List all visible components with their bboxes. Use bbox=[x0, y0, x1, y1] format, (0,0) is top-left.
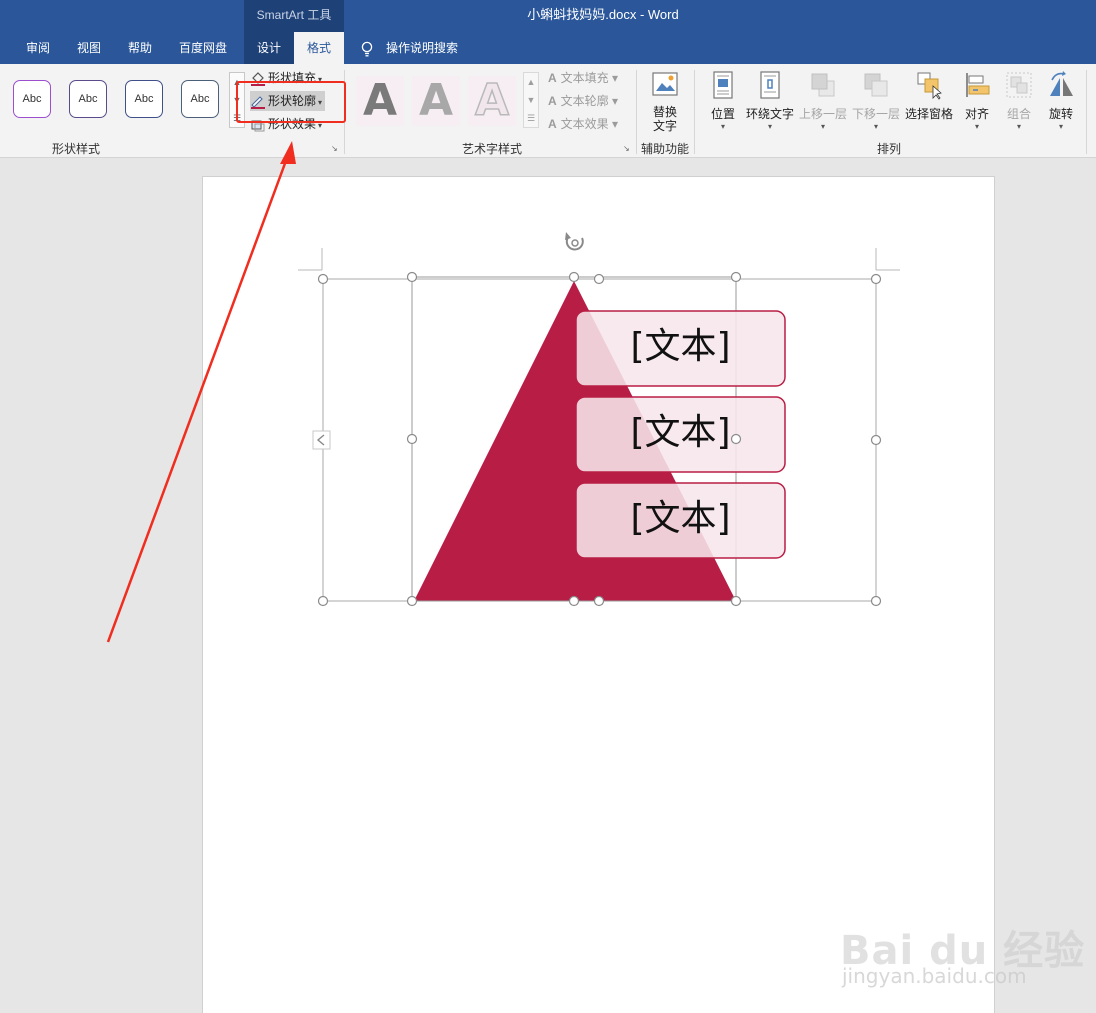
chevron-down-icon: ▾ bbox=[608, 94, 619, 108]
text-fill-button[interactable]: A 文本填充 ▾ bbox=[548, 68, 618, 88]
chevron-down-icon: ▾ bbox=[1058, 122, 1063, 131]
text-fill-label: 文本填充 bbox=[560, 71, 609, 85]
dialog-launcher-icon[interactable]: ↘ bbox=[331, 144, 340, 153]
text-outline-label: 文本轮廓 bbox=[560, 94, 609, 108]
annotation-highlight-box bbox=[236, 81, 346, 123]
text-effects-button[interactable]: A 文本效果 ▾ bbox=[548, 114, 618, 134]
send-backward-icon bbox=[864, 73, 888, 97]
wordart-style-sample-2[interactable]: A bbox=[412, 76, 460, 126]
group-button[interactable]: 组合 ▾ bbox=[1000, 70, 1038, 131]
gallery-more-icon[interactable]: ☰ bbox=[524, 109, 538, 127]
rotate-icon bbox=[1050, 71, 1073, 96]
shape-style-sample-3[interactable]: Abc bbox=[125, 80, 163, 118]
tab-smartart-design[interactable]: 设计 bbox=[244, 32, 294, 64]
text-effects-icon: A bbox=[548, 117, 557, 131]
smartart-text-2[interactable]: [文本] bbox=[576, 403, 785, 463]
tab-baidu-netdisk[interactable]: 百度网盘 bbox=[168, 32, 238, 64]
text-outline-icon: A bbox=[548, 94, 557, 108]
document-page[interactable] bbox=[202, 176, 995, 1013]
group-objects-icon bbox=[1006, 72, 1032, 98]
bring-forward-label: 上移一层 bbox=[798, 107, 847, 121]
bring-forward-button[interactable]: 上移一层 ▾ bbox=[798, 70, 848, 131]
wordart-styles-group-label: 艺术字样式 bbox=[461, 142, 522, 156]
tell-me-search[interactable]: 操作说明搜索 bbox=[386, 32, 458, 64]
text-fill-icon: A bbox=[548, 71, 557, 85]
wrap-text-label: 环绕文字 bbox=[745, 107, 794, 121]
align-label: 对齐 bbox=[964, 107, 989, 121]
chevron-down-icon: ▾ bbox=[767, 122, 772, 131]
position-icon bbox=[713, 71, 733, 99]
title-bar: SmartArt 工具 小蝌蚪找妈妈.docx - Word bbox=[0, 0, 1096, 32]
shape-style-sample-4[interactable]: Abc bbox=[181, 80, 219, 118]
rotate-label: 旋转 bbox=[1048, 107, 1073, 121]
rotate-button[interactable]: 旋转 ▾ bbox=[1042, 70, 1080, 131]
position-label: 位置 bbox=[710, 107, 735, 121]
baidu-jingyan-watermark-url: jingyan.baidu.com bbox=[842, 964, 1027, 988]
wrap-text-button[interactable]: 环绕文字 ▾ bbox=[744, 70, 796, 131]
ribbon-tab-row: 审阅 视图 帮助 百度网盘 设计 格式 操作说明搜索 bbox=[0, 32, 1096, 64]
position-button[interactable]: 位置 ▾ bbox=[704, 70, 742, 131]
send-backward-button[interactable]: 下移一层 ▾ bbox=[851, 70, 901, 131]
ribbon: Abc Abc Abc Abc ▲ ▼ ☰ 形状填充 ▾ 形状轮廓 ▾ 形状效果 ▾ … bbox=[0, 64, 1096, 158]
tab-review[interactable]: 审阅 bbox=[14, 32, 62, 64]
chevron-down-icon: ▾ bbox=[820, 122, 825, 131]
text-effects-label: 文本效果 bbox=[560, 117, 609, 131]
chevron-down-icon: ▾ bbox=[720, 122, 725, 131]
tab-smartart-format[interactable]: 格式 bbox=[294, 32, 344, 64]
tab-view[interactable]: 视图 bbox=[66, 32, 112, 64]
selection-pane-button[interactable]: 选择窗格 bbox=[904, 70, 954, 122]
shape-styles-group-label: 形状样式 bbox=[51, 142, 100, 156]
shape-style-sample-1[interactable]: Abc bbox=[13, 80, 51, 118]
chevron-down-icon: ▾ bbox=[974, 122, 979, 131]
wrap-text-icon bbox=[760, 71, 780, 99]
group-separator bbox=[1086, 70, 1087, 154]
selection-pane-label: 选择窗格 bbox=[904, 107, 953, 121]
lightbulb-icon[interactable] bbox=[360, 41, 374, 57]
wordart-gallery-scroller[interactable]: ▲ ▼ ☰ bbox=[523, 72, 539, 128]
smartart-text-1[interactable]: [文本] bbox=[576, 317, 785, 377]
wordart-style-sample-1[interactable]: A bbox=[356, 76, 404, 126]
gallery-up-icon[interactable]: ▲ bbox=[524, 73, 538, 91]
tab-help[interactable]: 帮助 bbox=[116, 32, 164, 64]
gallery-down-icon[interactable]: ▼ bbox=[524, 91, 538, 109]
chevron-down-icon: ▾ bbox=[1016, 122, 1021, 131]
chevron-down-icon: ▾ bbox=[608, 71, 619, 85]
alt-text-button[interactable]: 替换文字 bbox=[642, 70, 688, 133]
align-icon bbox=[966, 73, 990, 97]
dialog-launcher-icon[interactable]: ↘ bbox=[623, 144, 632, 153]
accessibility-group-label: 辅助功能 bbox=[640, 142, 689, 156]
bring-forward-icon bbox=[811, 73, 835, 97]
shape-style-sample-2[interactable]: Abc bbox=[69, 80, 107, 118]
send-backward-label: 下移一层 bbox=[851, 107, 900, 121]
group-label: 组合 bbox=[1006, 107, 1031, 121]
wordart-style-sample-3[interactable]: A bbox=[468, 75, 516, 126]
arrange-group-label: 排列 bbox=[876, 142, 901, 156]
chevron-down-icon: ▾ bbox=[873, 122, 878, 131]
selection-pane-icon bbox=[917, 72, 942, 100]
document-title: 小蝌蚪找妈妈.docx - Word bbox=[527, 7, 679, 22]
smartart-text-3[interactable]: [文本] bbox=[576, 489, 785, 549]
alt-text-icon bbox=[652, 72, 678, 96]
text-outline-button[interactable]: A 文本轮廓 ▾ bbox=[548, 91, 618, 111]
align-button[interactable]: 对齐 ▾ bbox=[958, 70, 996, 131]
alt-text-label: 替换文字 bbox=[652, 105, 677, 133]
chevron-down-icon: ▾ bbox=[608, 117, 619, 131]
